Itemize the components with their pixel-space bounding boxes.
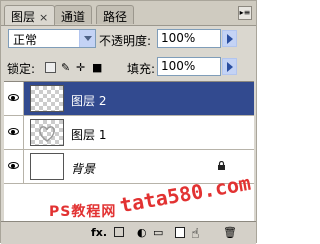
layer-name: 图层 1 bbox=[71, 128, 107, 142]
layer-mask-icon[interactable] bbox=[114, 227, 124, 237]
panel-menu-icon[interactable]: ▸≡ bbox=[238, 6, 252, 20]
layer-thumbnail bbox=[30, 119, 64, 146]
fill-value: 100% bbox=[161, 59, 196, 73]
blend-mode-value: 正常 bbox=[13, 33, 38, 47]
opacity-label: 不透明度: bbox=[99, 34, 152, 48]
opacity-input[interactable]: 100% bbox=[157, 29, 221, 48]
eye-icon bbox=[8, 128, 19, 135]
layer-name: 背景 bbox=[71, 162, 96, 176]
tab-paths[interactable]: 路径 bbox=[96, 5, 135, 24]
folder-icon[interactable]: ▭ bbox=[153, 227, 163, 238]
panel-tab-strip: 图层 × 通道 路径 ▸≡ bbox=[1, 1, 256, 26]
hand-cursor-icon: ☝ bbox=[191, 226, 200, 242]
layers-panel: 图层 × 通道 路径 ▸≡ 正常 不透明度: 100% 锁定: ✎ ✛ ■ 填充:… bbox=[0, 0, 257, 244]
heart-shape-icon bbox=[39, 126, 55, 142]
fx-icon[interactable]: fx. bbox=[91, 227, 107, 238]
fill-label: 填充: bbox=[127, 62, 156, 76]
adjustment-layer-icon[interactable]: ◐ bbox=[137, 227, 147, 238]
layer-thumbnail bbox=[30, 153, 64, 180]
lock-all-icon[interactable]: ■ bbox=[92, 62, 103, 73]
tab-layers-label: 图层 bbox=[11, 10, 36, 24]
visibility-toggle[interactable] bbox=[4, 150, 24, 183]
lock-icon bbox=[218, 161, 225, 170]
eye-icon bbox=[8, 94, 19, 101]
visibility-toggle[interactable] bbox=[4, 116, 24, 149]
tab-layers[interactable]: 图层 × bbox=[4, 5, 56, 25]
lock-transparent-icon[interactable] bbox=[45, 62, 56, 73]
watermark-text: PS教程网 bbox=[49, 204, 117, 220]
tab-channels[interactable]: 通道 bbox=[54, 5, 93, 24]
visibility-toggle[interactable] bbox=[4, 82, 24, 115]
lock-move-icon[interactable]: ✛ bbox=[76, 62, 87, 73]
layers-toolbar: fx. ◐ ▭ 🗑 bbox=[1, 221, 256, 244]
opacity-slider-button[interactable] bbox=[222, 30, 237, 47]
chevron-down-icon[interactable] bbox=[79, 30, 95, 47]
tab-channels-label: 通道 bbox=[61, 10, 86, 24]
new-layer-icon[interactable] bbox=[175, 227, 185, 238]
layer-thumbnail bbox=[30, 85, 64, 112]
lock-label: 锁定: bbox=[7, 62, 36, 76]
blend-mode-select[interactable]: 正常 bbox=[8, 29, 96, 48]
lock-brush-icon[interactable]: ✎ bbox=[61, 62, 72, 73]
opacity-value: 100% bbox=[161, 31, 196, 45]
fill-input[interactable]: 100% bbox=[157, 57, 221, 76]
tab-paths-label: 路径 bbox=[103, 10, 128, 24]
eye-icon bbox=[8, 162, 19, 169]
close-icon[interactable]: × bbox=[39, 11, 48, 24]
layer-row-2[interactable]: 图层 2 bbox=[4, 82, 254, 116]
trash-icon[interactable]: 🗑 bbox=[223, 227, 237, 238]
layer-name: 图层 2 bbox=[71, 94, 107, 108]
fill-slider-button[interactable] bbox=[222, 58, 237, 75]
layer-row-1[interactable]: 图层 1 bbox=[4, 116, 254, 150]
